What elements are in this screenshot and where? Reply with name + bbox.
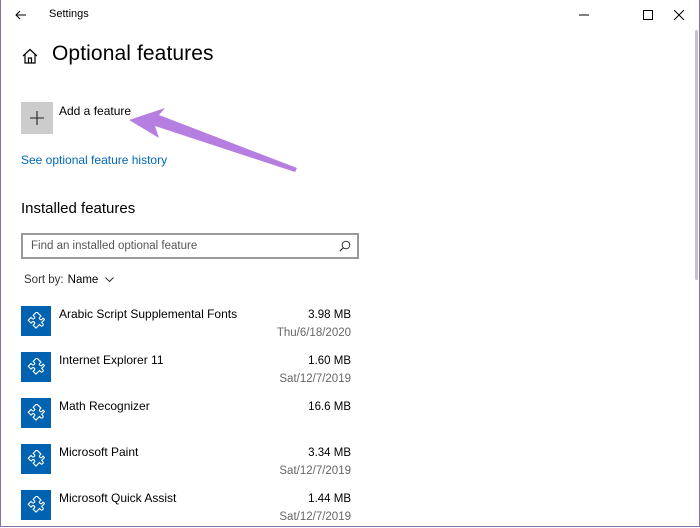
puzzle-piece-icon xyxy=(27,404,45,421)
puzzle-piece-icon xyxy=(27,496,45,513)
feature-size: 16.6 MB xyxy=(308,401,351,413)
sort-value: Name xyxy=(67,274,99,286)
plus-icon xyxy=(30,111,44,125)
search-input[interactable] xyxy=(31,238,331,254)
feature-date: Sat/12/7/2019 xyxy=(279,511,351,523)
search-icon[interactable] xyxy=(339,240,351,252)
sort-dropdown[interactable]: Sort by: Name xyxy=(24,274,115,286)
feature-date: Sat/12/7/2019 xyxy=(279,373,351,385)
chevron-down-icon xyxy=(105,277,115,283)
add-feature-label[interactable]: Add a feature xyxy=(59,104,131,118)
feature-date: Thu/6/18/2020 xyxy=(276,327,351,339)
feature-name: Arabic Script Supplemental Fonts xyxy=(59,307,238,321)
installed-features-heading: Installed features xyxy=(21,200,136,217)
window-title: Settings xyxy=(49,8,89,20)
minimize-button[interactable] xyxy=(561,0,607,29)
feature-icon-box xyxy=(21,444,51,474)
feature-name: Microsoft Paint xyxy=(59,445,139,459)
feature-history-link[interactable]: See optional feature history xyxy=(21,153,167,167)
feature-size: 3.98 MB xyxy=(308,309,351,321)
sort-label: Sort by: xyxy=(24,274,64,286)
feature-name: Internet Explorer 11 xyxy=(59,353,164,367)
feature-name: Math Recognizer xyxy=(59,399,150,413)
maximize-icon xyxy=(643,9,653,20)
feature-name: Microsoft Quick Assist xyxy=(59,491,177,505)
feature-size: 1.60 MB xyxy=(308,355,351,367)
feature-icon-box xyxy=(21,352,51,382)
scrollbar[interactable] xyxy=(695,30,698,280)
search-field[interactable] xyxy=(21,233,359,259)
feature-icon-box xyxy=(21,490,51,520)
close-button[interactable] xyxy=(659,0,699,29)
home-icon[interactable] xyxy=(21,47,39,65)
settings-window: Settings Optional features Add a feature… xyxy=(0,0,700,527)
feature-item[interactable]: Arabic Script Supplemental Fonts 3.98 MB… xyxy=(21,306,355,350)
puzzle-piece-icon xyxy=(27,312,45,329)
close-icon xyxy=(674,9,684,20)
feature-icon-box xyxy=(21,306,51,336)
feature-item[interactable]: Math Recognizer 16.6 MB xyxy=(21,398,355,442)
feature-item[interactable]: Microsoft Paint 3.34 MB Sat/12/7/2019 xyxy=(21,444,355,488)
add-feature-button[interactable] xyxy=(21,102,53,134)
feature-size: 1.44 MB xyxy=(308,493,351,505)
feature-item[interactable]: Internet Explorer 11 1.60 MB Sat/12/7/20… xyxy=(21,352,355,396)
feature-size: 3.34 MB xyxy=(308,447,351,459)
feature-icon-box xyxy=(21,398,51,428)
feature-date: Sat/12/7/2019 xyxy=(279,465,351,477)
title-bar: Settings xyxy=(1,0,699,29)
minimize-icon xyxy=(579,14,589,15)
back-arrow-icon xyxy=(15,10,26,20)
back-button[interactable] xyxy=(7,4,35,26)
page-title: Optional features xyxy=(52,42,214,65)
puzzle-piece-icon xyxy=(27,450,45,467)
puzzle-piece-icon xyxy=(27,358,45,375)
feature-item[interactable]: Microsoft Quick Assist 1.44 MB Sat/12/7/… xyxy=(21,490,355,526)
